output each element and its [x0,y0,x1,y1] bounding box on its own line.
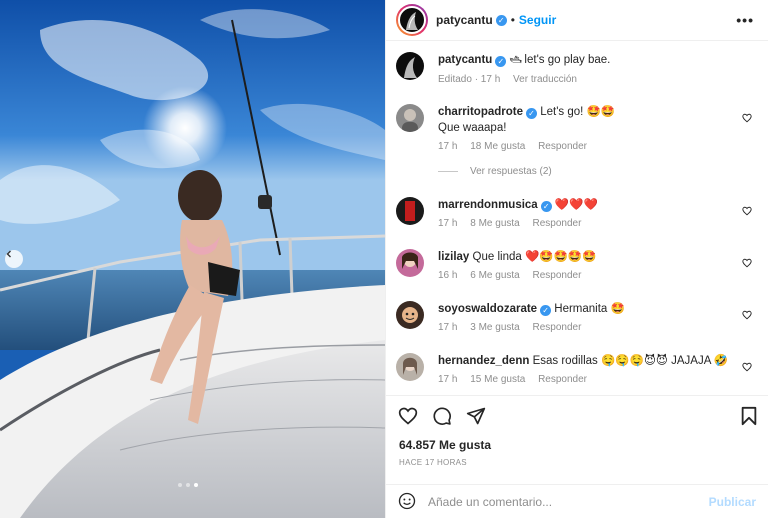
verified-icon: ✓ [526,108,537,119]
comment-icon[interactable] [432,406,452,426]
caption-username[interactable]: patycantu [438,54,492,66]
post-actions: 64.857 Me gusta HACE 17 HORAS [386,395,768,492]
comment-username[interactable]: hernandez_denn [438,355,529,367]
replies-divider [438,171,458,172]
post-photo[interactable] [0,0,385,518]
follow-button[interactable]: Seguir [519,13,556,27]
comment-text: Let's go! 🤩🤩 [540,106,616,118]
avatar-image [405,201,415,221]
comment-time: 17 h [438,141,458,152]
comment-username[interactable]: soyoswaldozarate [438,303,537,315]
comment-time: 16 h [438,270,458,281]
carousel-dot-active [194,483,198,487]
comment-time: 17 h [438,218,458,229]
separator-dot: • [510,13,515,27]
heart-icon[interactable] [742,113,752,123]
avatar-image [402,109,418,132]
reply-button[interactable]: Responder [533,218,582,229]
emoji-icon[interactable] [398,492,416,510]
comment-text: Que linda ❤️🤩🤩🤩🤩 [472,251,597,263]
comment-avatar[interactable] [396,353,424,381]
comment-item: charritopadrote ✓ Let's go! 🤩🤩 Que waaapa… [396,104,760,164]
post-time-ago: HACE 17 HORAS [399,458,467,467]
heart-icon[interactable] [398,406,418,426]
avatar-image [402,252,418,269]
comment-likes[interactable]: 6 Me gusta [470,270,519,281]
view-replies-label: Ver respuestas (2) [470,166,552,177]
caption-avatar[interactable] [396,52,424,80]
comment-username[interactable]: charritopadrote [438,106,523,118]
carousel-dot [178,483,182,487]
photo-image [0,0,385,518]
avatar-image [402,307,418,323]
comment-avatar[interactable] [396,301,424,329]
avatar-image [403,357,417,375]
share-icon[interactable] [466,406,486,426]
verified-icon: ✓ [495,14,507,26]
comment-text: Hermanita 🤩 [554,303,625,315]
comments-list[interactable]: patycantu ✓ 🛥 let's go play bae. Editado … [386,42,768,395]
author-username[interactable]: patycantu [436,13,493,27]
comment-time: 17 h [438,374,458,385]
comment-item: lizilay Que linda ❤️🤩🤩🤩🤩 16 h 6 Me gusta… [396,249,760,289]
publish-button[interactable]: Publicar [709,495,756,509]
comment-item: soyoswaldozarate ✓ Hermanita 🤩 17 h 3 Me … [396,301,760,341]
view-replies-button[interactable]: Ver respuestas (2) [438,166,552,177]
carousel-dot [186,483,190,487]
likes-count[interactable]: 64.857 Me gusta [399,438,491,452]
reply-button[interactable]: Responder [533,322,582,333]
comment-username[interactable]: marrendonmusica [438,199,538,211]
carousel-prev-button[interactable] [5,250,23,268]
chevron-left-icon [6,250,11,258]
comment-likes[interactable]: 15 Me gusta [470,374,525,385]
bookmark-icon[interactable] [740,406,758,426]
add-comment-bar: Publicar [386,484,768,518]
see-translation-link[interactable]: Ver traducción [513,74,577,85]
comment-avatar[interactable] [396,249,424,277]
carousel-indicator [178,483,198,487]
heart-icon[interactable] [742,258,752,268]
heart-icon[interactable] [742,310,752,320]
comment-text: ❤️❤️❤️ [554,199,598,211]
caption-emoji: 🛥 [509,55,523,66]
caption: patycantu ✓ 🛥 let's go play bae. Editado … [396,52,760,92]
instagram-post-modal: patycantu ✓ • Seguir ••• patycantu ✓ 🛥 le… [0,0,768,518]
comment-text: Esas rodillas 🤤🤤🤤😈😈 JAJAJA 🤣 [532,355,729,367]
reply-button[interactable]: Responder [533,270,582,281]
avatar-image [406,12,418,30]
comment-likes[interactable]: 18 Me gusta [470,141,525,152]
more-options-icon[interactable]: ••• [736,12,754,28]
avatar-image [404,57,417,78]
heart-icon[interactable] [742,206,752,216]
caption-text: let's go play bae. [521,54,611,66]
reply-button[interactable]: Responder [538,374,587,385]
reply-button[interactable]: Responder [538,141,587,152]
comment-text-line2: Que waaapa! [438,122,507,134]
heart-icon[interactable] [742,362,752,372]
comment-likes[interactable]: 8 Me gusta [470,218,519,229]
verified-icon: ✓ [495,56,507,67]
caption-edited: Editado · 17 h [438,74,501,85]
verified-icon: ✓ [540,305,552,316]
verified-icon: ✓ [540,201,552,212]
comment-username[interactable]: lizilay [438,251,469,263]
comment-input[interactable] [428,493,688,511]
comment-item: hernandez_denn Esas rodillas 🤤🤤🤤😈😈 JAJAJ… [396,353,760,393]
comment-avatar[interactable] [396,104,424,132]
comment-item: marrendonmusica ✓ ❤️❤️❤️ 17 h 8 Me gusta … [396,197,760,237]
comment-avatar[interactable] [396,197,424,225]
comment-time: 17 h [438,322,458,333]
post-side-panel: patycantu ✓ • Seguir ••• patycantu ✓ 🛥 le… [385,0,768,518]
post-header: patycantu ✓ • Seguir ••• [386,0,768,41]
author-avatar[interactable] [396,4,428,36]
comment-likes[interactable]: 3 Me gusta [470,322,519,333]
